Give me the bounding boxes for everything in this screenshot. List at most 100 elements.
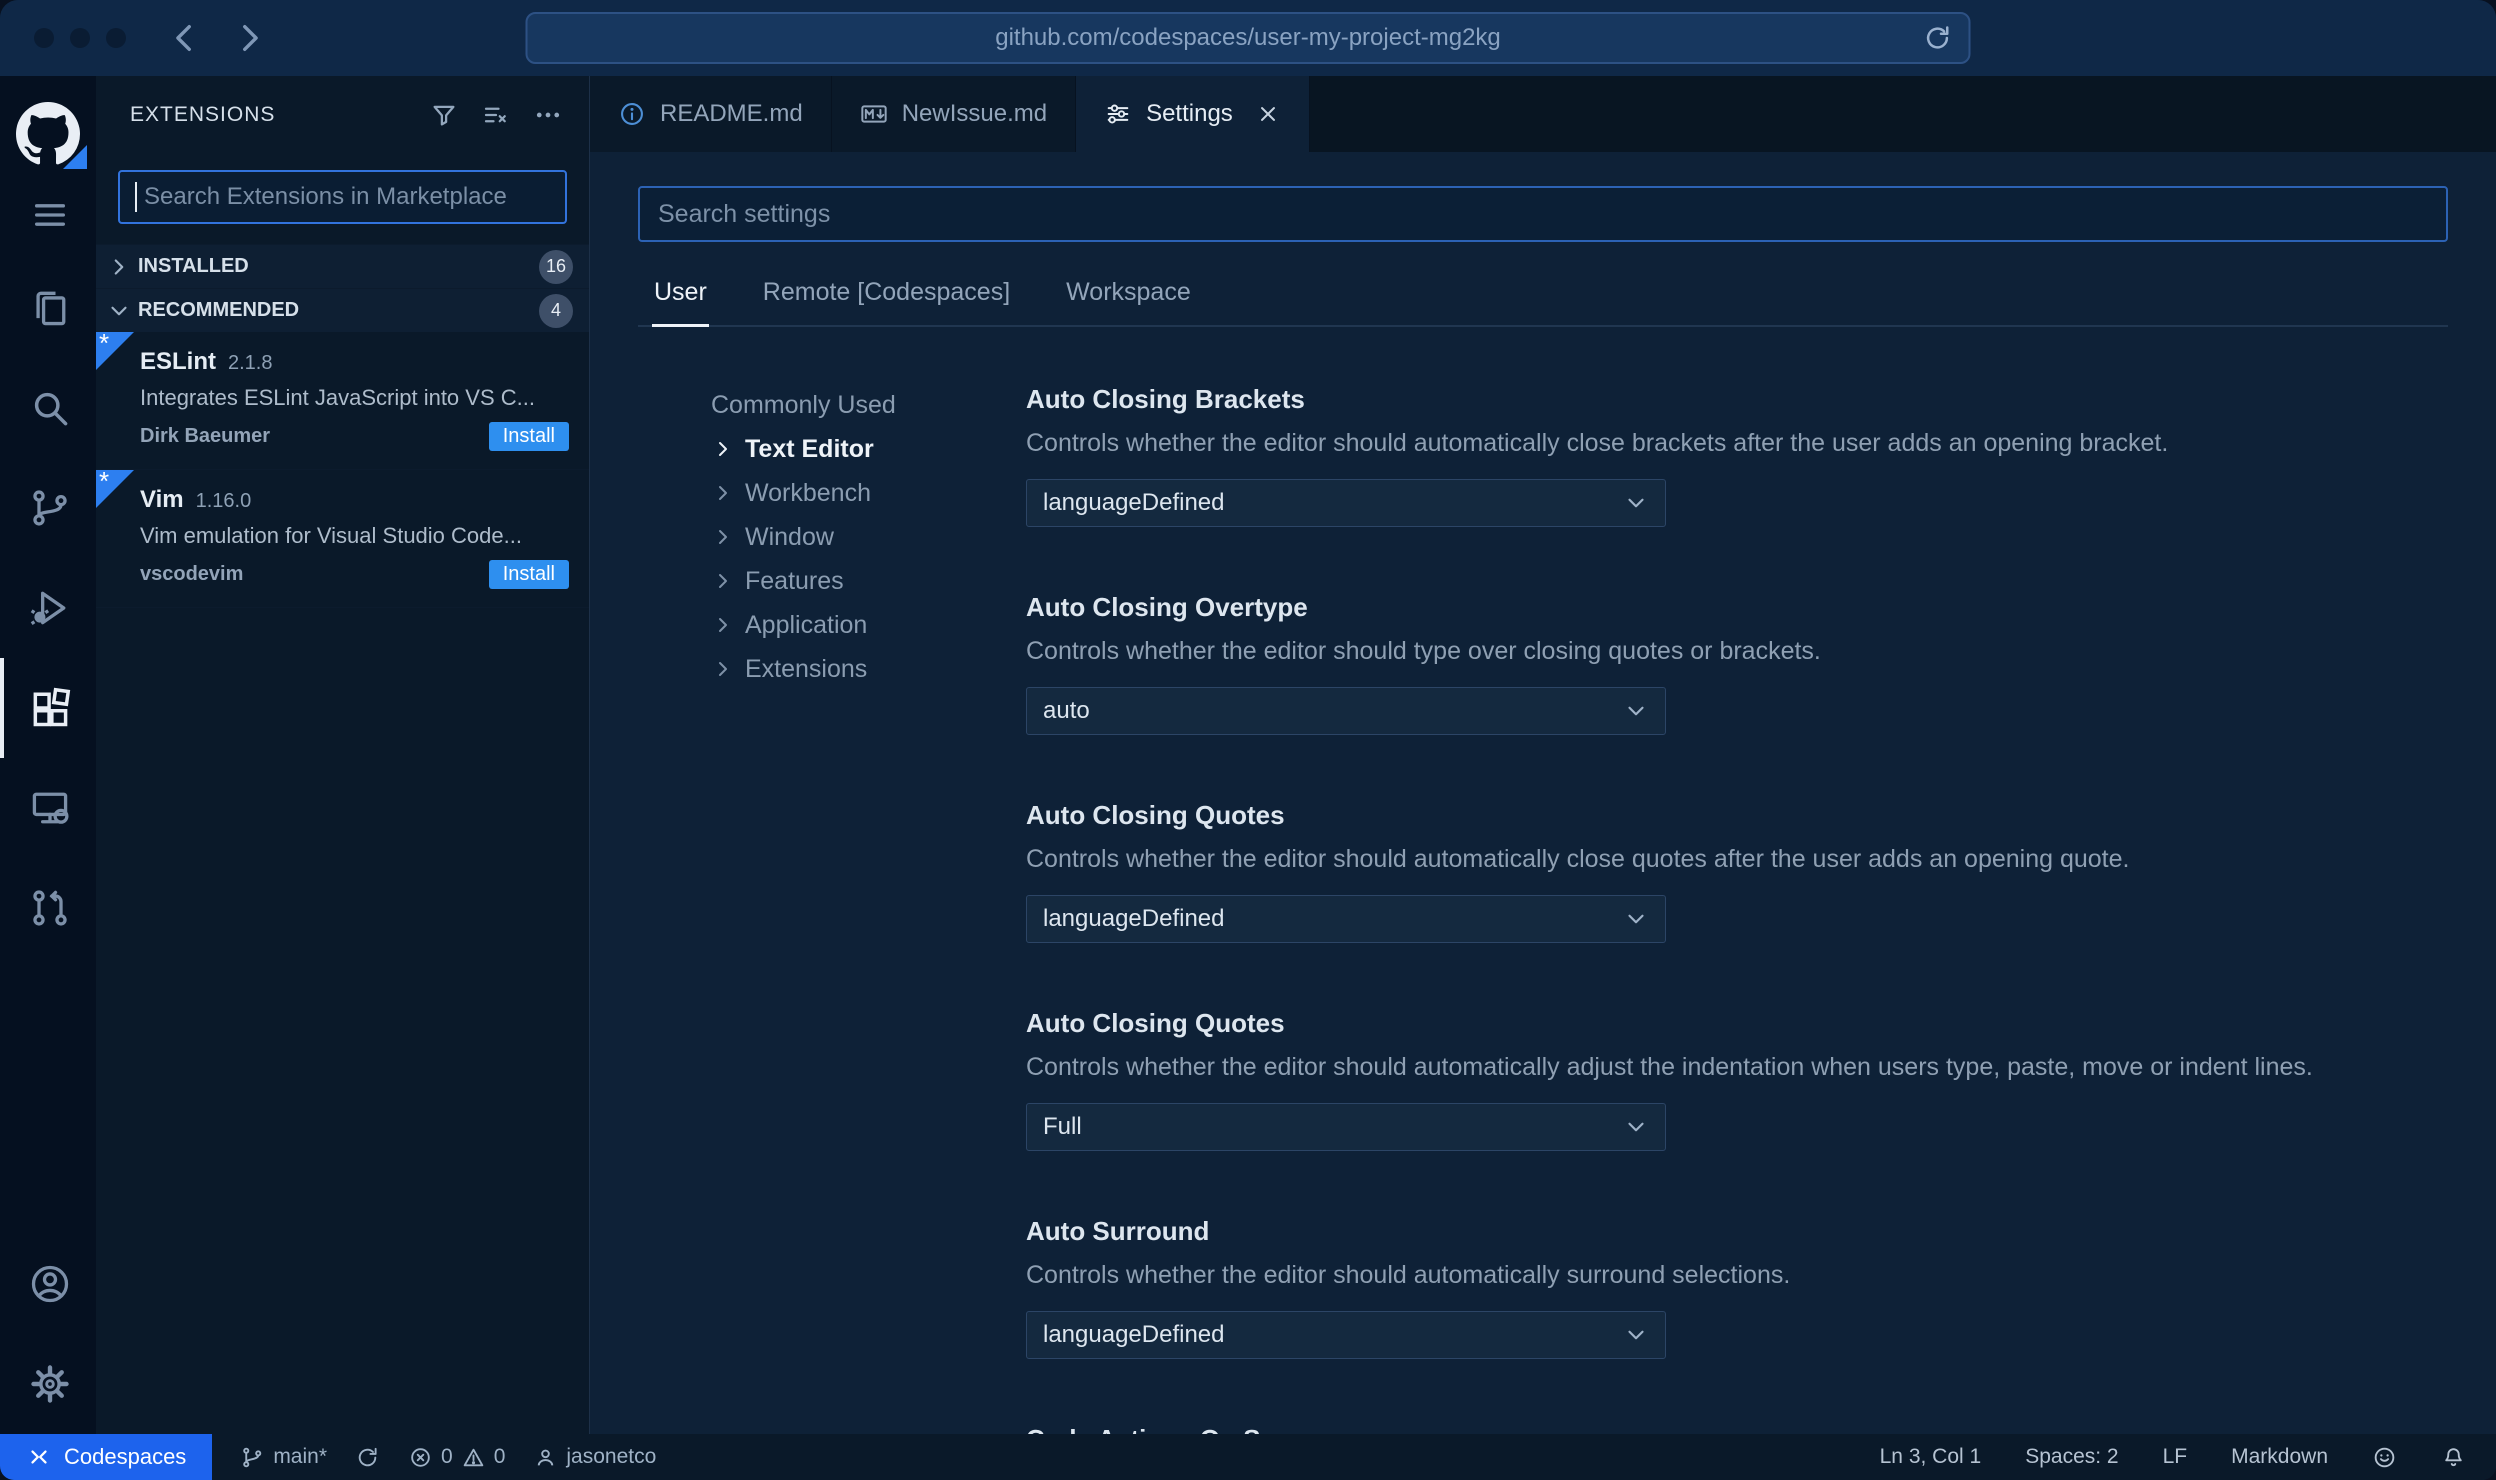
notifications-button[interactable] (2441, 1445, 2466, 1470)
chevron-down-icon (1628, 1330, 1644, 1340)
account-button[interactable] (0, 1234, 96, 1334)
url-bar[interactable]: github.com/codespaces/user-my-project-mg… (525, 12, 1971, 64)
window-control-dot[interactable] (70, 28, 90, 48)
recommended-flag-icon (96, 330, 134, 370)
extensions-search[interactable] (118, 170, 567, 224)
extension-publisher: Dirk Baeumer (140, 425, 271, 447)
tab-readme[interactable]: README.md (590, 76, 832, 152)
menu-button[interactable] (0, 172, 96, 258)
remote-explorer-icon (32, 792, 69, 824)
filter-icon[interactable] (429, 100, 459, 130)
codespaces-badge[interactable]: Codespaces (0, 1434, 213, 1480)
install-button[interactable]: Install (488, 422, 569, 451)
section-recommended[interactable]: RECOMMENDED 4 (96, 288, 589, 332)
sidebar-header: EXTENSIONS (96, 76, 589, 154)
problems-indicator[interactable]: 0 0 (408, 1445, 505, 1470)
setting-title: Auto Closing Quotes (1026, 800, 1285, 830)
activity-extensions[interactable] (0, 658, 96, 758)
scope-workspace[interactable]: Workspace (1064, 278, 1193, 325)
extension-list-item[interactable]: Vim 1.16.0 Vim emulation for Visual Stud… (96, 468, 589, 608)
main-area: EXTENSIONS INSTALLED 16 RECOMMENDED (0, 76, 2496, 1434)
setting-item: Auto Closing Quotes Controls whether the… (1026, 799, 2448, 943)
vscode-corner-icon (63, 145, 87, 169)
settings-body: Commonly Used Text Editor Workbench Wind… (590, 383, 2496, 1434)
setting-title: Auto Surround (1026, 1216, 1210, 1246)
close-icon[interactable] (1255, 101, 1281, 127)
user-indicator[interactable]: jasonetco (533, 1445, 656, 1470)
forward-button[interactable] (232, 21, 266, 55)
feedback-smiley-icon (2374, 1447, 2395, 1467)
settings-search-input[interactable] (638, 186, 2448, 242)
activity-remote-explorer[interactable] (0, 758, 96, 858)
window-controls[interactable] (34, 28, 126, 48)
error-count: 0 (441, 1445, 453, 1468)
setting-item: Auto Closing Quotes Controls whether the… (1026, 1007, 2448, 1151)
setting-dropdown[interactable]: auto (1026, 687, 1666, 735)
indentation-indicator[interactable]: Spaces: 2 (2025, 1445, 2118, 1469)
dropdown-value: languageDefined (1043, 905, 1225, 932)
setting-dropdown[interactable]: languageDefined (1026, 1311, 1666, 1359)
chevron-right-icon (719, 486, 727, 500)
tab-newissue[interactable]: NewIssue.md (831, 76, 1077, 152)
setting-item: Code Actions On Save (1026, 1423, 2448, 1434)
recommended-count-badge: 4 (539, 293, 573, 328)
branch-indicator[interactable]: main* (240, 1445, 327, 1470)
activity-pull-requests[interactable] (0, 858, 96, 958)
sync-button[interactable] (355, 1445, 380, 1470)
settings-list: Auto Closing Brackets Controls whether t… (1026, 383, 2496, 1434)
setting-description: Controls whether the editor should type … (1026, 637, 1821, 665)
clear-results-icon[interactable] (481, 100, 511, 130)
toc-window[interactable]: Window (711, 515, 1026, 559)
tab-settings[interactable]: Settings (1076, 76, 1310, 152)
refresh-icon[interactable] (1923, 23, 1953, 53)
chevron-down-icon (1628, 498, 1644, 508)
setting-description: Controls whether the editor should autom… (1026, 845, 2130, 873)
section-label: RECOMMENDED (138, 299, 300, 321)
codespaces-label: Codespaces (64, 1444, 187, 1469)
extension-footer: vscodevim Install (126, 560, 569, 589)
toc-features[interactable]: Features (711, 559, 1026, 603)
back-button[interactable] (168, 21, 202, 55)
eol-indicator[interactable]: LF (2163, 1445, 2188, 1469)
settings-editor: User Remote [Codespaces] Workspace Commo… (590, 152, 2496, 1434)
extension-name-row: ESLint 2.1.8 (126, 348, 569, 376)
activity-explorer[interactable] (0, 258, 96, 358)
tab-label: README.md (660, 100, 803, 127)
scope-user[interactable]: User (652, 278, 709, 327)
setting-dropdown[interactable]: languageDefined (1026, 479, 1666, 527)
scope-remote[interactable]: Remote [Codespaces] (761, 278, 1012, 325)
setting-description: Controls whether the editor should autom… (1026, 429, 2169, 457)
toc-workbench[interactable]: Workbench (711, 471, 1026, 515)
extensions-search-input[interactable] (118, 170, 567, 224)
settings-gear-button[interactable] (0, 1334, 96, 1434)
activity-spacer (0, 958, 96, 1234)
activity-search[interactable] (0, 358, 96, 458)
setting-dropdown[interactable]: languageDefined (1026, 895, 1666, 943)
search-icon (34, 392, 68, 426)
activity-source-control[interactable] (0, 458, 96, 558)
more-actions-icon[interactable] (533, 100, 563, 130)
account-icon (31, 1265, 69, 1303)
extension-list-item[interactable]: ESLint 2.1.8 Integrates ESLint JavaScrip… (96, 330, 589, 470)
toc-commonly-used[interactable]: Commonly Used (711, 383, 1026, 427)
section-installed[interactable]: INSTALLED 16 (96, 244, 589, 288)
window-control-dot[interactable] (106, 28, 126, 48)
toc-text-editor[interactable]: Text Editor (711, 427, 1026, 471)
toc-label: Workbench (745, 478, 871, 507)
window-control-dot[interactable] (34, 28, 54, 48)
toc-extensions[interactable]: Extensions (711, 647, 1026, 691)
cursor-position[interactable]: Ln 3, Col 1 (1880, 1445, 1982, 1469)
feedback-button[interactable] (2372, 1445, 2397, 1470)
settings-search[interactable] (638, 186, 2448, 242)
chevron-down-icon (1628, 1122, 1644, 1132)
setting-dropdown[interactable]: Full (1026, 1103, 1666, 1151)
branch-name: main* (273, 1445, 328, 1468)
toc-application[interactable]: Application (711, 603, 1026, 647)
info-icon (621, 103, 643, 125)
toc-label: Application (745, 610, 868, 639)
extensions-sidebar: EXTENSIONS INSTALLED 16 RECOMMENDED (96, 76, 590, 1434)
language-mode[interactable]: Markdown (2231, 1445, 2328, 1469)
tab-label: Settings (1146, 100, 1233, 127)
install-button[interactable]: Install (488, 560, 569, 589)
activity-run-debug[interactable] (0, 558, 96, 658)
